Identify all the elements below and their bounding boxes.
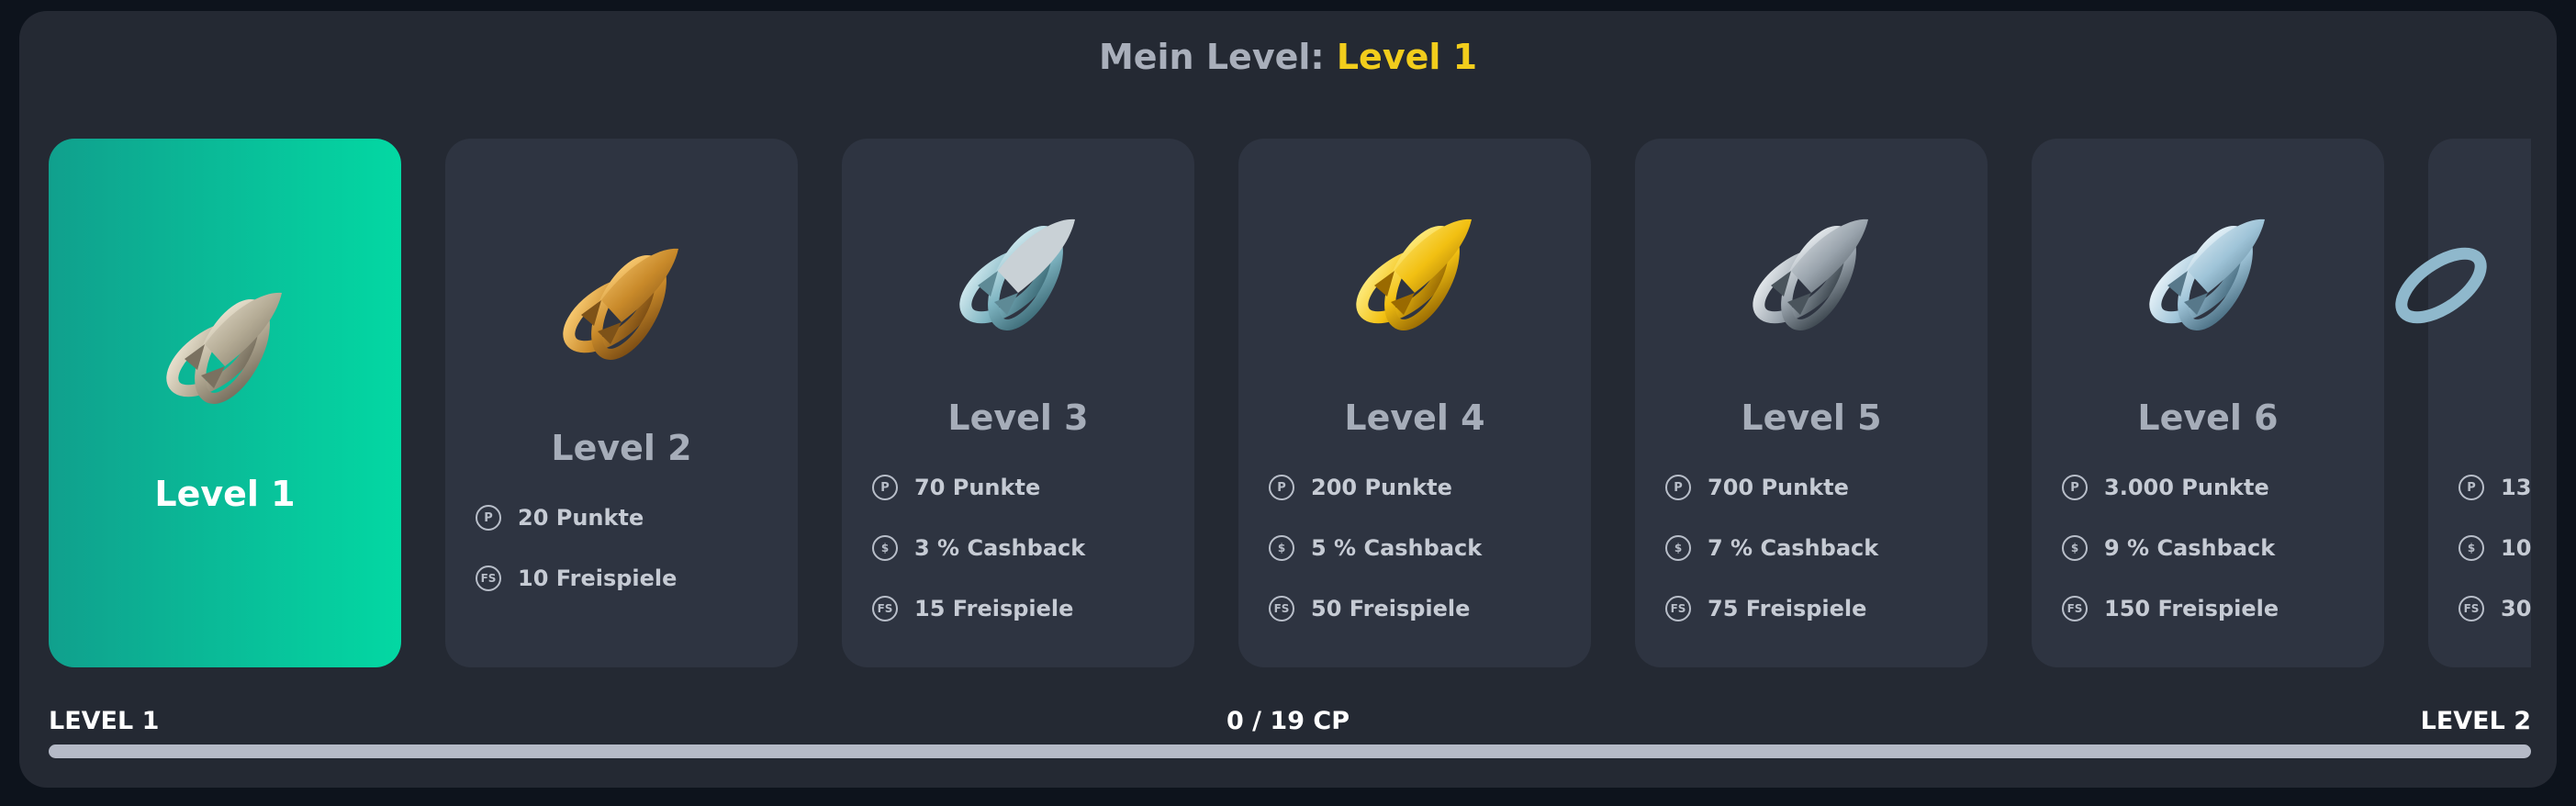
perk-cashback: $ 9 % Cashback xyxy=(2062,518,2375,578)
level-name: Level 4 xyxy=(1344,397,1485,438)
level-name: Level 3 xyxy=(947,397,1089,438)
perk-label: 10 xyxy=(2501,535,2531,561)
level-card-2[interactable]: Level 2 P 20 Punkte FS 10 Freispiele xyxy=(445,139,798,667)
points-icon: P xyxy=(1269,475,1294,500)
perk-list: P 70 Punkte $ 3 % Cashback FS 15 Freispi… xyxy=(872,457,1185,639)
perk-cashback: $ 3 % Cashback xyxy=(872,518,1185,578)
perk-label: 7 % Cashback xyxy=(1708,535,1879,561)
perk-label: 5 % Cashback xyxy=(1311,535,1483,561)
level-card-3[interactable]: Level 3 P 70 Punkte $ 3 % Cashback FS 15… xyxy=(842,139,1194,667)
perk-freespins: FS 50 Freispiele xyxy=(1269,578,1582,639)
title-prefix: Mein Level: xyxy=(1098,37,1325,77)
freespins-icon: FS xyxy=(476,565,501,591)
progress-end-label: LEVEL 2 xyxy=(2420,707,2531,735)
perk-label: 50 Freispiele xyxy=(1311,596,1471,621)
cashback-icon: $ xyxy=(1665,535,1691,561)
level-card-7[interactable]: P 13. $ 10 FS 30 xyxy=(2395,139,2531,667)
perk-points: P 13. xyxy=(2458,457,2531,518)
progress-bar xyxy=(49,744,2531,758)
gold-rocket-icon xyxy=(1356,218,1472,330)
cashback-icon: $ xyxy=(1269,535,1294,561)
perk-list: P 3.000 Punkte $ 9 % Cashback FS 150 Fre… xyxy=(2062,457,2375,639)
current-level-label: Level 1 xyxy=(1336,37,1478,77)
perk-points: P 3.000 Punkte xyxy=(2062,457,2375,518)
perk-freespins: FS 10 Freispiele xyxy=(476,548,789,609)
perk-label: 30 xyxy=(2501,596,2531,621)
perk-label: 13. xyxy=(2501,475,2531,500)
perk-label: 3.000 Punkte xyxy=(2104,475,2269,500)
cashback-icon: $ xyxy=(2062,535,2088,561)
freespins-icon: FS xyxy=(1665,596,1691,621)
perk-freespins: FS 75 Freispiele xyxy=(1665,578,1978,639)
freespins-icon: FS xyxy=(2062,596,2088,621)
perk-label: 700 Punkte xyxy=(1708,475,1849,500)
perk-list: P 200 Punkte $ 5 % Cashback FS 50 Freisp… xyxy=(1269,457,1582,639)
perk-label: 9 % Cashback xyxy=(2104,535,2276,561)
perk-points: P 200 Punkte xyxy=(1269,457,1582,518)
level-card-5[interactable]: Level 5 P 700 Punkte $ 7 % Cashback FS 7… xyxy=(1635,139,1988,667)
freespins-icon: FS xyxy=(1269,596,1294,621)
teal-rocket-icon xyxy=(959,218,1075,330)
page-title: Mein Level: Level 1 xyxy=(19,37,2557,77)
level-card-1[interactable]: Level 1 xyxy=(49,139,401,667)
steel-rocket-icon xyxy=(1753,218,1868,330)
freespins-icon: FS xyxy=(2458,596,2484,621)
perk-label: 10 Freispiele xyxy=(518,565,678,591)
points-icon: P xyxy=(872,475,898,500)
level-name: Level 5 xyxy=(1741,397,1882,438)
cashback-icon: $ xyxy=(2458,535,2484,561)
perk-freespins: FS 30 xyxy=(2458,578,2531,639)
perk-list: P 700 Punkte $ 7 % Cashback FS 75 Freisp… xyxy=(1665,457,1978,639)
level-name: Level 6 xyxy=(2137,397,2279,438)
points-icon: P xyxy=(2062,475,2088,500)
perk-label: 75 Freispiele xyxy=(1708,596,1867,621)
ice-rocket-icon xyxy=(2395,247,2487,324)
freespins-icon: FS xyxy=(872,596,898,621)
perk-points: P 20 Punkte xyxy=(476,487,789,548)
perk-label: 3 % Cashback xyxy=(914,535,1086,561)
level-name: Level 2 xyxy=(551,428,692,468)
perk-label: 15 Freispiele xyxy=(914,596,1074,621)
level-carousel[interactable]: Level 1 Level 2 P 20 Punkte FS 10 Freisp… xyxy=(49,128,2531,669)
ice-rocket-icon xyxy=(2149,218,2265,330)
perk-points: P 700 Punkte xyxy=(1665,457,1978,518)
silver-rocket-icon xyxy=(166,292,282,404)
perk-freespins: FS 150 Freispiele xyxy=(2062,578,2375,639)
level-panel: Mein Level: Level 1 Level 1 Level 2 P 20… xyxy=(19,11,2557,788)
perk-label: 150 Freispiele xyxy=(2104,596,2279,621)
perk-list: P 13. $ 10 FS 30 xyxy=(2458,457,2531,639)
perk-cashback: $ 10 xyxy=(2458,518,2531,578)
points-icon: P xyxy=(2458,475,2484,500)
points-icon: P xyxy=(476,505,501,531)
perk-cashback: $ 5 % Cashback xyxy=(1269,518,1582,578)
level-name: Level 1 xyxy=(154,474,296,514)
perk-label: 200 Punkte xyxy=(1311,475,1452,500)
perk-label: 20 Punkte xyxy=(518,505,644,531)
points-icon: P xyxy=(1665,475,1691,500)
perk-label: 70 Punkte xyxy=(914,475,1041,500)
perk-points: P 70 Punkte xyxy=(872,457,1185,518)
level-card-4[interactable]: Level 4 P 200 Punkte $ 5 % Cashback FS 5… xyxy=(1238,139,1591,667)
perk-cashback: $ 7 % Cashback xyxy=(1665,518,1978,578)
bronze-rocket-icon xyxy=(563,248,678,360)
progress-points-label: 0 / 19 CP xyxy=(1226,707,1350,735)
level-card-6[interactable]: Level 6 P 3.000 Punkte $ 9 % Cashback FS… xyxy=(2032,139,2384,667)
perk-freespins: FS 15 Freispiele xyxy=(872,578,1185,639)
cashback-icon: $ xyxy=(872,535,898,561)
perk-list: P 20 Punkte FS 10 Freispiele xyxy=(476,487,789,609)
